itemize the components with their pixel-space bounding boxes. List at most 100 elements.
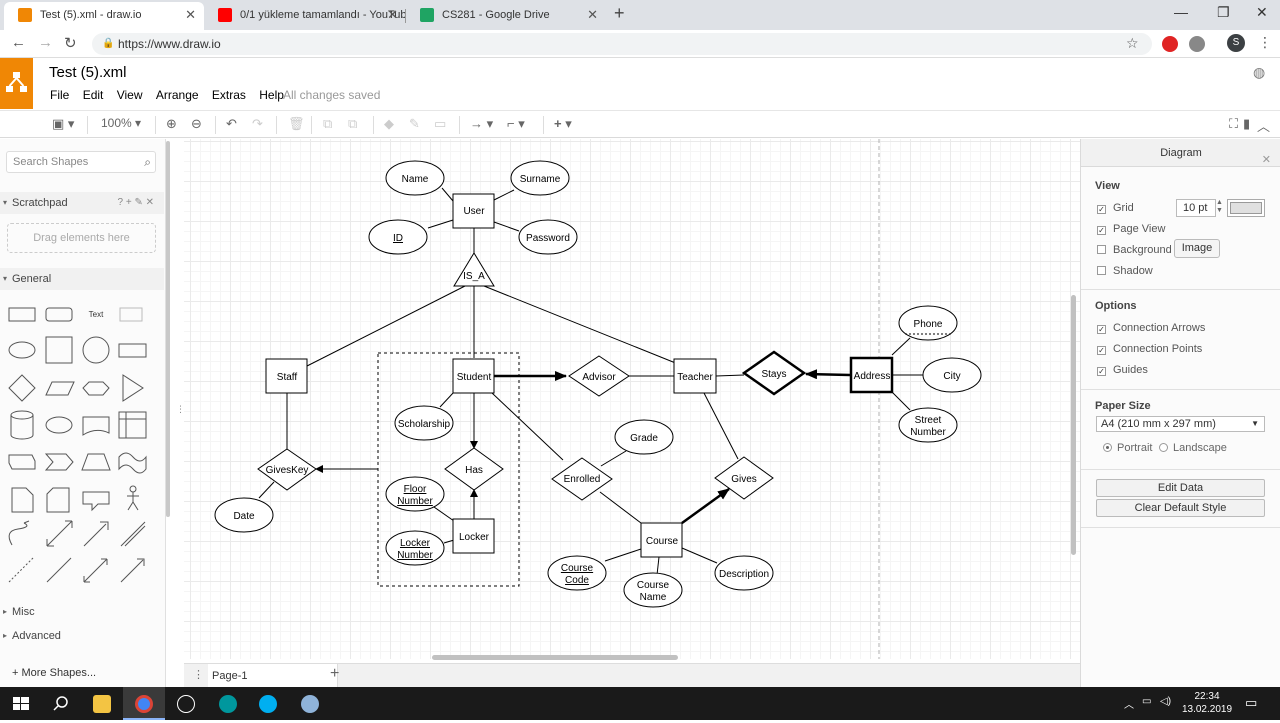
edge-giveskey-date[interactable] xyxy=(258,481,275,499)
network-icon[interactable]: ▭ xyxy=(1142,696,1151,707)
new-tab-icon[interactable]: + xyxy=(614,3,625,24)
grid-size-stepper[interactable]: ▲ ▼ xyxy=(1216,199,1223,215)
edge-user-name[interactable] xyxy=(441,187,454,202)
diagram-canvas[interactable]: User Staff Student Teacher Locker Course… xyxy=(184,139,1080,659)
close-window-icon[interactable]: ✕ xyxy=(1256,4,1268,21)
paint-icon[interactable] xyxy=(289,687,331,720)
menu-arrange[interactable]: Arrange xyxy=(156,88,199,102)
shape-step[interactable] xyxy=(44,453,74,471)
grid-color-button[interactable] xyxy=(1227,199,1265,217)
close-panel-icon[interactable]: ✕ xyxy=(1262,146,1271,174)
shape-callout[interactable] xyxy=(82,491,110,512)
misc-header[interactable]: ▸ Misc xyxy=(0,601,164,623)
canvas-horizontal-scrollbar[interactable] xyxy=(432,655,678,660)
language-globe-icon[interactable]: ◍ xyxy=(1253,64,1265,81)
minimize-icon[interactable]: — xyxy=(1174,4,1188,20)
pages-menu-icon[interactable]: ⋮ xyxy=(193,668,204,681)
menu-edit[interactable]: Edit xyxy=(83,88,104,102)
edge-course-name[interactable] xyxy=(656,556,660,576)
paper-size-select[interactable]: A4 (210 mm x 297 mm) ▼ xyxy=(1096,416,1265,432)
shape-diamond[interactable] xyxy=(8,374,36,402)
waypoints-icon[interactable]: ⌐ ▾ xyxy=(507,116,525,132)
tray-chevron-icon[interactable]: ︿ xyxy=(1124,696,1134,711)
system-clock[interactable]: 22:34 13.02.2019 xyxy=(1180,690,1234,716)
menu-view[interactable]: View xyxy=(117,88,143,102)
browser-menu-icon[interactable]: ⋮ xyxy=(1258,34,1272,51)
undo-icon[interactable]: ↶ xyxy=(226,116,237,132)
delete-icon[interactable]: 🗑 xyxy=(288,116,305,132)
edge-student-enrolled[interactable] xyxy=(491,392,564,461)
search-shapes-input[interactable]: Search Shapes ⌕ xyxy=(6,151,156,173)
shadow-checkbox[interactable]: Shadow xyxy=(1097,265,1153,277)
background-image-button[interactable]: Image xyxy=(1174,239,1220,258)
insert-icon[interactable]: + ▾ xyxy=(554,116,572,132)
add-page-icon[interactable]: + xyxy=(330,665,339,683)
grid-checkbox[interactable]: ✓ Grid xyxy=(1097,202,1134,214)
shape-note[interactable] xyxy=(11,487,34,513)
windows-start-icon[interactable] xyxy=(0,687,42,720)
edge-locker-floor[interactable] xyxy=(433,506,455,522)
maximize-icon[interactable]: ❐ xyxy=(1217,4,1230,21)
url-field[interactable]: 🔒 https://www.draw.io xyxy=(92,33,1152,55)
shape-parallelogram[interactable] xyxy=(45,381,75,396)
opera-extension-icon[interactable] xyxy=(1162,36,1178,52)
shape-internal-storage[interactable] xyxy=(118,411,147,439)
back-icon[interactable]: ← xyxy=(11,34,26,51)
edge-address-phone[interactable] xyxy=(891,337,911,356)
browser-tab-drawio[interactable]: Test (5).xml - draw.io ✕ xyxy=(4,2,204,30)
zoom-select[interactable]: 100% ▾ xyxy=(101,116,141,130)
notifications-icon[interactable]: ▭ xyxy=(1245,695,1257,711)
shape-triangle[interactable] xyxy=(122,374,144,402)
edge-course-gives[interactable] xyxy=(681,487,730,525)
volume-icon[interactable]: ◁) xyxy=(1160,696,1171,707)
to-front-icon[interactable]: ⧉ xyxy=(323,116,332,132)
shape-link[interactable] xyxy=(120,521,146,547)
shape-dashed-line[interactable] xyxy=(8,557,34,583)
edge-address-street[interactable] xyxy=(891,391,911,411)
edge-enrolled-course[interactable] xyxy=(599,491,642,524)
shape-document[interactable] xyxy=(82,416,110,436)
shape-card[interactable] xyxy=(46,487,70,513)
shape-cylinder[interactable] xyxy=(10,410,34,440)
browser-tab-drive[interactable]: CS281 - Google Drive ✕ xyxy=(406,2,606,30)
shape-rectangle[interactable] xyxy=(8,307,36,322)
edge-teacher-stays[interactable] xyxy=(715,374,745,377)
clear-default-style-button[interactable]: Clear Default Style xyxy=(1096,499,1265,517)
document-title[interactable]: Test (5).xml xyxy=(49,64,127,81)
profile-avatar[interactable]: S xyxy=(1227,34,1245,52)
connection-style-icon[interactable]: → ▾ xyxy=(470,116,493,132)
page-view-checkbox[interactable]: ✓ Page View xyxy=(1097,223,1165,235)
shape-cube[interactable] xyxy=(8,454,36,470)
general-header[interactable]: ▾ General xyxy=(0,268,164,290)
shape-directional-connector[interactable] xyxy=(120,558,145,583)
search-icon[interactable]: ⌕ xyxy=(144,152,151,172)
browser-tab-youtube[interactable]: 0/1 yükleme tamamlandı - YouTube ✕ xyxy=(204,2,406,30)
shape-process[interactable] xyxy=(118,343,147,358)
edge-isa-staff[interactable] xyxy=(306,285,466,367)
more-shapes-button[interactable]: + More Shapes... xyxy=(0,661,164,685)
shape-bidirectional-connector[interactable] xyxy=(83,558,108,583)
shape-circle[interactable] xyxy=(82,336,110,364)
collapse-icon[interactable]: ︿ xyxy=(1257,116,1270,135)
shape-line[interactable] xyxy=(46,557,72,583)
shape-ellipse[interactable] xyxy=(8,341,36,359)
shape-trapezoid[interactable] xyxy=(81,453,111,471)
bookmark-star-icon[interactable]: ☆ xyxy=(1126,35,1139,52)
close-tab-icon[interactable]: ✕ xyxy=(587,2,598,28)
chrome-icon[interactable] xyxy=(123,687,165,720)
forward-icon[interactable]: → xyxy=(38,34,53,51)
page-tab[interactable]: Page-1 xyxy=(208,664,338,688)
menu-extras[interactable]: Extras xyxy=(212,88,246,102)
edge-enrolled-grade[interactable] xyxy=(600,450,627,467)
edge-course-code[interactable] xyxy=(604,548,642,562)
line-color-icon[interactable]: ✎ xyxy=(409,116,420,132)
zoom-in-icon[interactable]: ⊕ xyxy=(166,116,177,132)
edge-isa-teacher[interactable] xyxy=(483,285,684,367)
skype-icon[interactable] xyxy=(247,687,289,720)
landscape-radio[interactable]: Landscape xyxy=(1159,442,1227,454)
format-panel-icon[interactable]: ▮ xyxy=(1243,116,1250,132)
app-icon[interactable] xyxy=(165,687,207,720)
close-tab-icon[interactable]: ✕ xyxy=(387,2,398,28)
edge-address-stays[interactable] xyxy=(805,369,851,380)
redo-icon[interactable]: ↷ xyxy=(252,116,263,132)
